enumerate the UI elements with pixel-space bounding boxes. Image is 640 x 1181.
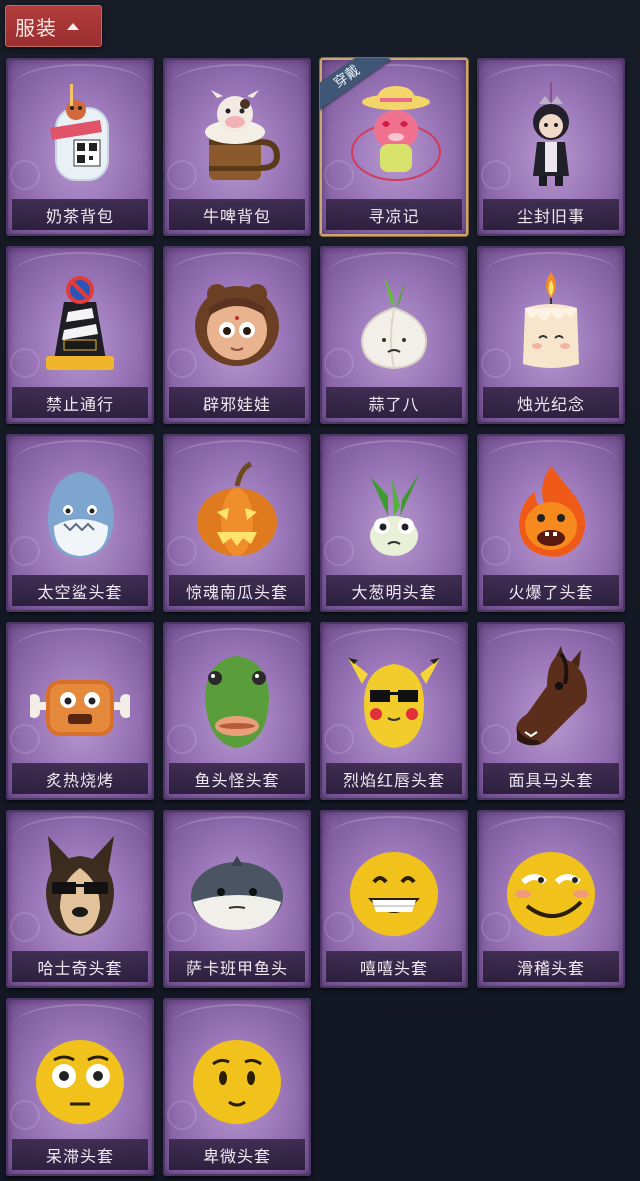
grin-emoji-icon (344, 832, 444, 942)
pumpkin-head-icon (187, 456, 287, 566)
outfit-card[interactable]: 呆滞头套 (6, 998, 154, 1176)
outfit-label: 奶茶背包 (45, 207, 114, 226)
outfit-label: 卑微头套 (202, 1147, 271, 1166)
outfit-category-tab[interactable]: 服装 (5, 5, 102, 47)
outfit-label: 火爆了头套 (508, 583, 594, 602)
outfit-card[interactable]: 炙热烧烤 (6, 622, 154, 800)
outfit-card[interactable]: 烈焰红唇头套 (320, 622, 468, 800)
outfit-grid: 奶茶背包 牛啤背包 穿戴 寻凉记 尘封旧事 禁止通行 辟邪娃娃 蒜了八 烛光纪念… (6, 58, 634, 1176)
outfit-card[interactable]: 太空鲨头套 (6, 434, 154, 612)
horse-head-icon (501, 644, 601, 754)
humble-emoji-icon (187, 1020, 287, 1130)
milk-tea-backpack-icon (30, 80, 130, 190)
husky-head-icon (30, 832, 130, 942)
outfit-label: 滑稽头套 (516, 959, 585, 978)
outfit-card[interactable]: 鱼头怪头套 (163, 622, 311, 800)
outfit-label: 寻凉记 (368, 207, 420, 226)
fish-head-icon (187, 644, 287, 754)
outfit-card[interactable]: 禁止通行 (6, 246, 154, 424)
outfit-card[interactable]: 哈士奇头套 (6, 810, 154, 988)
candle-icon (501, 268, 601, 378)
outfit-label: 禁止通行 (45, 395, 114, 414)
outfit-label: 烛光纪念 (516, 395, 585, 414)
outfit-label: 鱼头怪头套 (194, 771, 280, 790)
outfit-label: 大葱明头套 (351, 583, 437, 602)
outfit-label: 辟邪娃娃 (202, 395, 271, 414)
funny-emoji-icon (501, 832, 601, 942)
outfit-page: 服装 奶茶背包 牛啤背包 穿戴 寻凉记 尘封旧事 禁止通行 辟邪娃娃 蒜了八 烛… (0, 0, 640, 1181)
outfit-card[interactable]: 惊魂南瓜头套 (163, 434, 311, 612)
outfit-card[interactable]: 蒜了八 (320, 246, 468, 424)
outfit-label: 蒜了八 (368, 395, 420, 414)
outfit-card[interactable]: 尘封旧事 (477, 58, 625, 236)
outfit-label: 萨卡班甲鱼头 (185, 959, 288, 978)
outfit-card[interactable]: 牛啤背包 (163, 58, 311, 236)
outfit-label: 惊魂南瓜头套 (185, 583, 288, 602)
outfit-card[interactable]: 嘻嘻头套 (320, 810, 468, 988)
scallion-head-icon (344, 456, 444, 566)
outfit-label: 呆滞头套 (45, 1147, 114, 1166)
outfit-card[interactable]: 烛光纪念 (477, 246, 625, 424)
chevron-up-icon (67, 22, 79, 30)
outfit-card[interactable]: 大葱明头套 (320, 434, 468, 612)
outfit-label: 面具马头套 (508, 771, 594, 790)
cow-beer-backpack-icon (187, 80, 287, 190)
fire-head-icon (501, 456, 601, 566)
outfit-label: 炙热烧烤 (45, 771, 114, 790)
outfit-label: 哈士奇头套 (37, 959, 123, 978)
chibi-character-icon (501, 80, 601, 190)
sunglasses-pikachu-icon (344, 644, 444, 754)
outfit-label: 嘻嘻头套 (359, 959, 428, 978)
garlic-icon (344, 268, 444, 378)
outfit-label: 烈焰红唇头套 (342, 771, 445, 790)
outfit-card[interactable]: 奶茶背包 (6, 58, 154, 236)
outfit-card[interactable]: 火爆了头套 (477, 434, 625, 612)
outfit-label: 太空鲨头套 (37, 583, 123, 602)
outfit-category-title: 服装 (15, 15, 57, 40)
outfit-card[interactable]: 辟邪娃娃 (163, 246, 311, 424)
outfit-card[interactable]: 萨卡班甲鱼头 (163, 810, 311, 988)
outfit-label: 尘封旧事 (516, 207, 585, 226)
no-entry-cone-icon (30, 268, 130, 378)
outfit-card[interactable]: 滑稽头套 (477, 810, 625, 988)
pink-hat-creature-icon (344, 80, 444, 190)
doll-head-icon (187, 268, 287, 378)
outfit-card[interactable]: 卑微头套 (163, 998, 311, 1176)
outfit-label: 牛啤背包 (202, 207, 271, 226)
outfit-card[interactable]: 穿戴 寻凉记 (320, 58, 468, 236)
shark-head-icon (30, 456, 130, 566)
bbq-meat-icon (30, 644, 130, 754)
sacabambaspis-icon (187, 832, 287, 942)
dazed-emoji-icon (30, 1020, 130, 1130)
outfit-card[interactable]: 面具马头套 (477, 622, 625, 800)
